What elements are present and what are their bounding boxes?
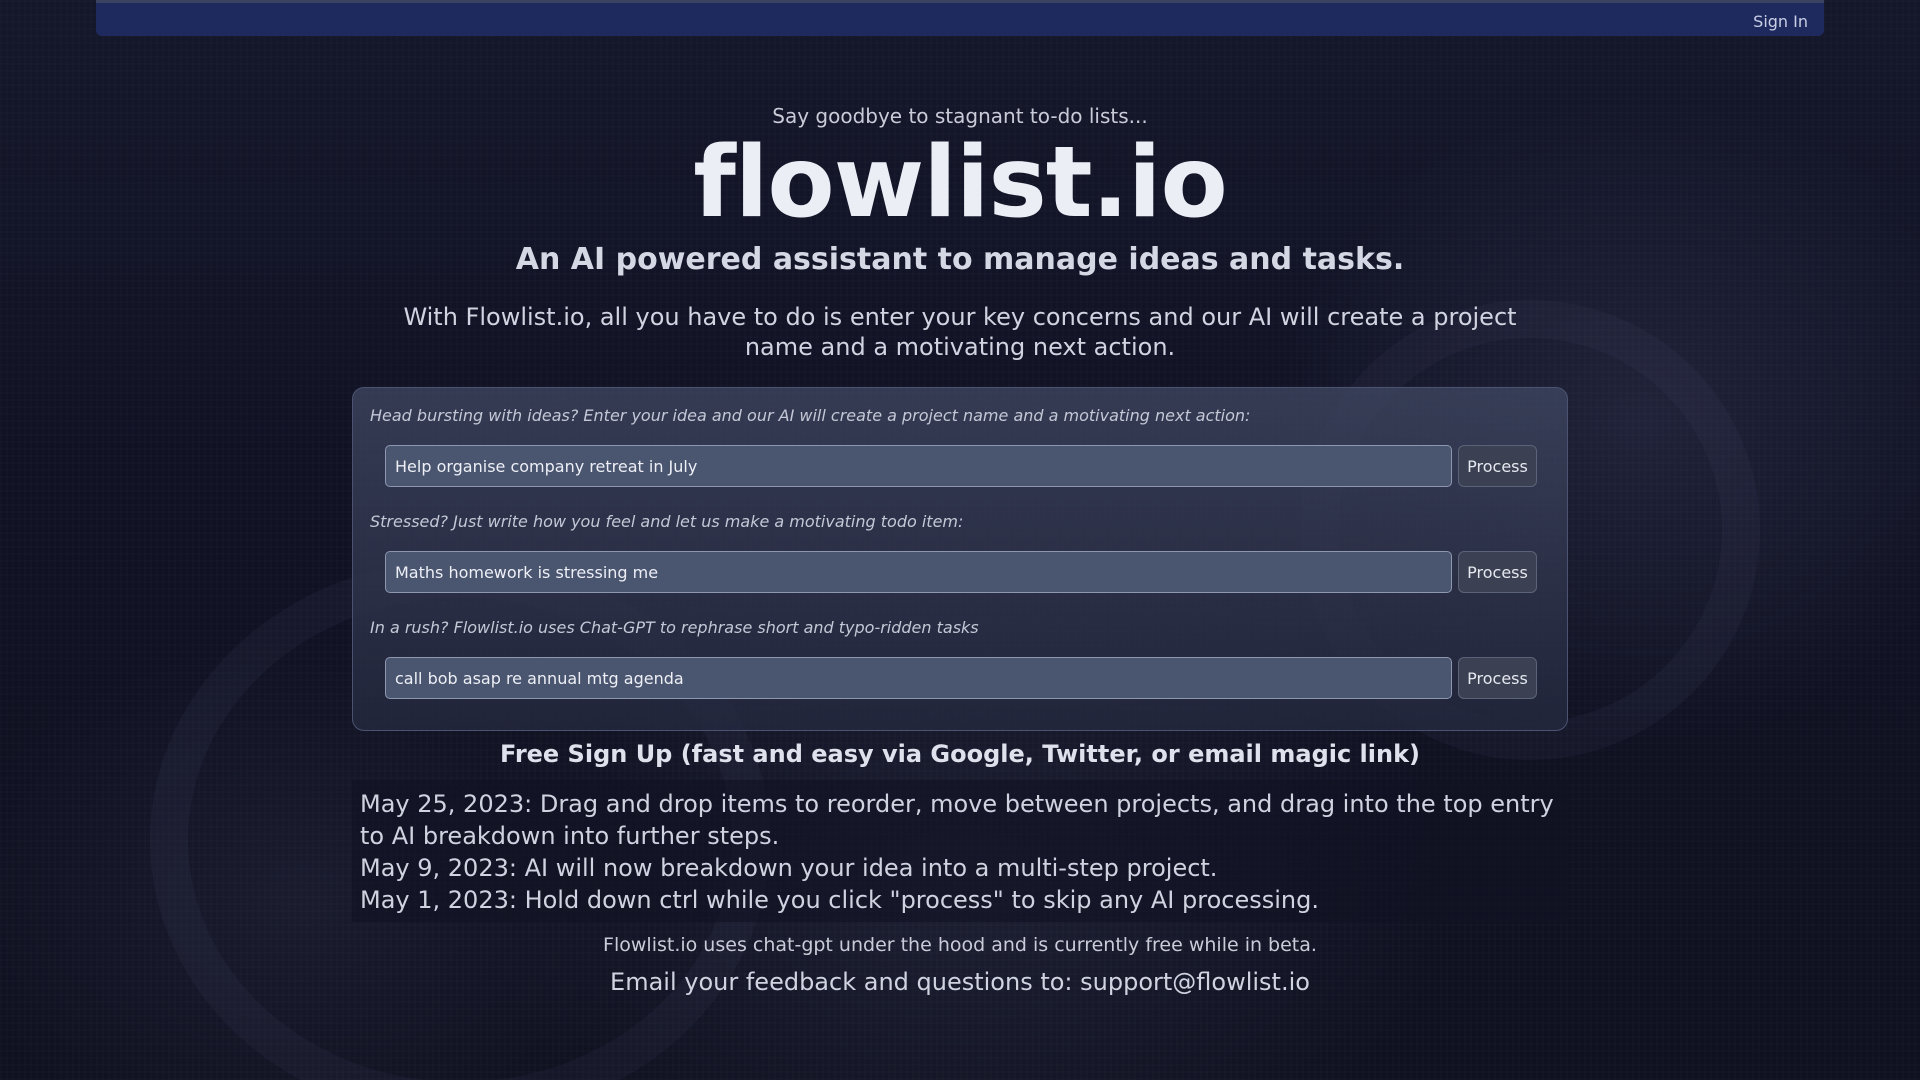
- brand-title: flowlist.io: [693, 126, 1228, 240]
- rephrase-prompt: In a rush? Flowlist.io uses Chat-GPT to …: [370, 618, 979, 637]
- process-stress-button[interactable]: Process: [1458, 551, 1537, 593]
- rephrase-input[interactable]: [385, 657, 1452, 699]
- top-navbar: Sign In: [96, 0, 1824, 36]
- idea-input-panel: Head bursting with ideas? Enter your ide…: [352, 387, 1568, 731]
- free-signup-link[interactable]: Free Sign Up (fast and easy via Google, …: [0, 740, 1920, 768]
- stress-input[interactable]: [385, 551, 1452, 593]
- idea-prompt: Head bursting with ideas? Enter your ide…: [370, 406, 1251, 425]
- beta-note: Flowlist.io uses chat-gpt under the hood…: [603, 934, 1317, 956]
- intro-text: With Flowlist.io, all you have to do is …: [403, 303, 1517, 361]
- changelog-item: May 9, 2023: AI will now breakdown your …: [360, 854, 1218, 882]
- contact-text: Email your feedback and questions to: su…: [610, 968, 1310, 996]
- changelog-item: May 25, 2023: Drag and drop items to reo…: [360, 790, 1554, 850]
- process-idea-button[interactable]: Process: [1458, 445, 1537, 487]
- changelog-box: May 25, 2023: Drag and drop items to reo…: [352, 780, 1568, 922]
- hero-tagline: Say goodbye to stagnant to-do lists...: [772, 104, 1148, 128]
- stress-prompt: Stressed? Just write how you feel and le…: [370, 512, 964, 531]
- changelog-item: May 1, 2023: Hold down ctrl while you cl…: [360, 886, 1319, 914]
- idea-input[interactable]: [385, 445, 1452, 487]
- hero-subtitle: An AI powered assistant to manage ideas …: [515, 242, 1405, 277]
- sign-in-link[interactable]: Sign In: [1753, 12, 1808, 31]
- process-rephrase-button[interactable]: Process: [1458, 657, 1537, 699]
